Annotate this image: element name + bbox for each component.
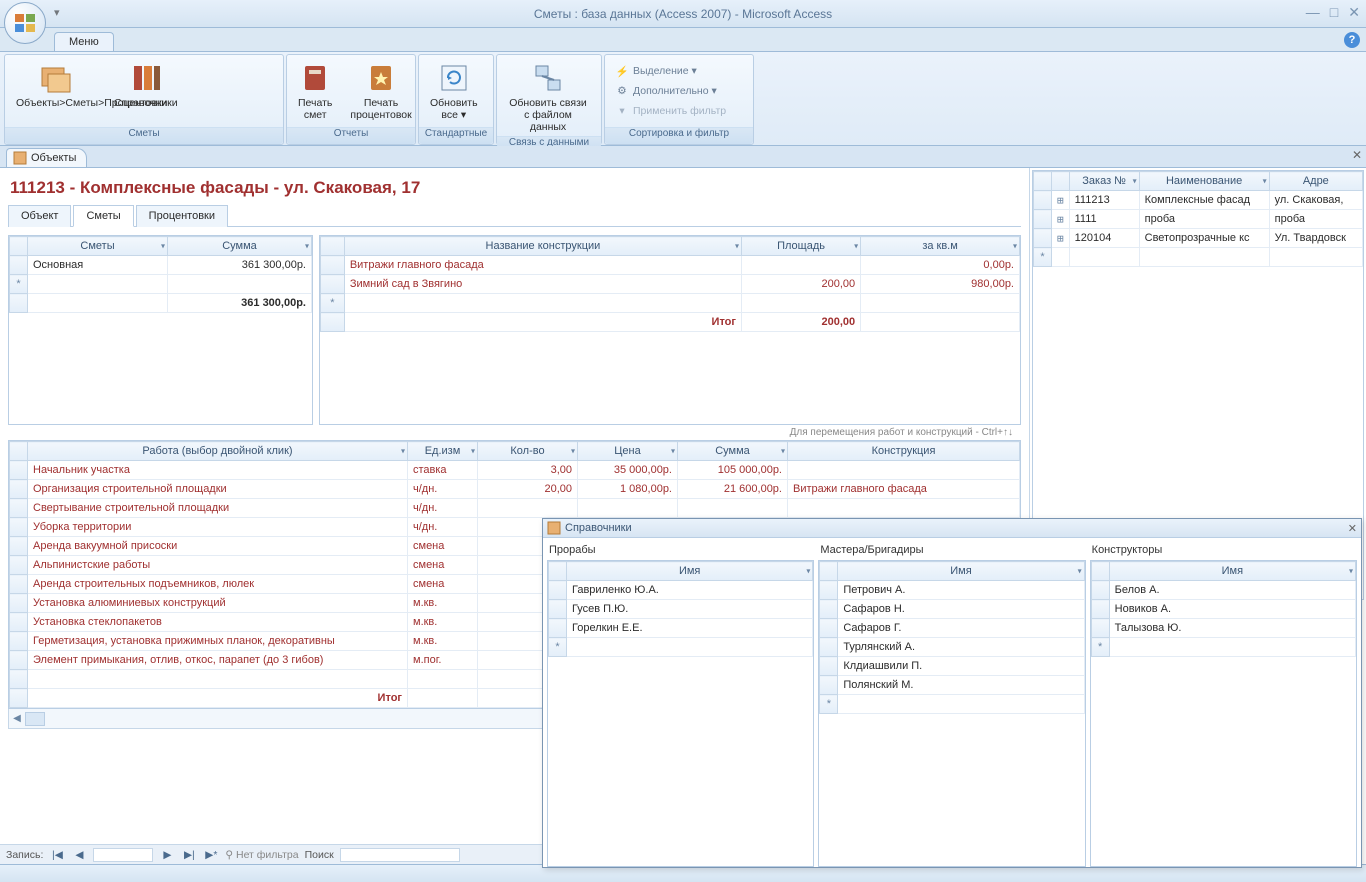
funnel-gear-icon: ⚙ bbox=[615, 84, 629, 98]
popup-col-title: Мастера/Бригадиры bbox=[818, 542, 1085, 560]
ribbon-applyfilter-btn[interactable]: ▾Применить фильтр bbox=[611, 101, 730, 121]
nav-position-input[interactable] bbox=[93, 848, 153, 862]
ribbon-button-sprav[interactable]: Справочники bbox=[109, 59, 183, 112]
ribbon-selection-btn[interactable]: ⚡Выделение ▾ bbox=[611, 61, 701, 81]
table-row[interactable]: Полянский М. bbox=[820, 676, 1084, 695]
table-row[interactable]: Начальник участкаставка3,0035 000,00р.10… bbox=[10, 461, 1020, 480]
books-icon bbox=[130, 62, 162, 94]
ribbon-button-print-proc[interactable]: Печать процентовок bbox=[345, 59, 416, 124]
qat-dropdown-icon[interactable]: ▾ bbox=[54, 6, 70, 22]
subtab-object[interactable]: Объект bbox=[8, 205, 71, 227]
table-row[interactable]: Витражи главного фасада 0,00р. bbox=[321, 256, 1020, 275]
doc-tab-objects[interactable]: Объекты bbox=[6, 148, 87, 167]
smeta-grid[interactable]: Сметы▾ Сумма▾ Основная 361 300,00р. * 36… bbox=[8, 235, 313, 425]
ribbon-button-update-links[interactable]: Обновить связи с файлом данных bbox=[503, 59, 593, 136]
ribbon-button-print-smet[interactable]: Печать смет bbox=[293, 59, 337, 124]
form-icon bbox=[13, 151, 27, 165]
nav-first[interactable]: |◀ bbox=[49, 848, 65, 862]
ribbon-group-label: Сортировка и фильтр bbox=[605, 127, 753, 144]
ribbon-group-label: Стандартные bbox=[419, 127, 493, 144]
nav-last[interactable]: ▶| bbox=[181, 848, 197, 862]
table-row[interactable]: Белов А. bbox=[1091, 581, 1355, 600]
popup-list[interactable]: Имя▾Гавриленко Ю.А.Гусев П.Ю.Горелкин Е.… bbox=[547, 560, 814, 867]
table-row[interactable]: Гусев П.Ю. bbox=[549, 600, 813, 619]
table-row[interactable]: ⊞111213Комплексные фасадул. Скаковая, bbox=[1034, 191, 1363, 210]
new-row[interactable]: * bbox=[820, 695, 1084, 714]
table-row[interactable]: Зимний сад в Звягино 200,00 980,00р. bbox=[321, 275, 1020, 294]
minimize-button[interactable]: — bbox=[1306, 4, 1320, 21]
table-row[interactable]: ⊞1111пробапроба bbox=[1034, 210, 1363, 229]
table-row[interactable]: ⊞120104Светопрозрачные ксУл. Твардовск bbox=[1034, 229, 1363, 248]
table-row[interactable]: Сафаров Г. bbox=[820, 619, 1084, 638]
sprav-popup: Справочники ✕ ПрорабыИмя▾Гавриленко Ю.А.… bbox=[542, 518, 1362, 868]
scroll-left-icon[interactable]: ◀ bbox=[9, 713, 25, 724]
subtab-procentovki[interactable]: Процентовки bbox=[136, 205, 228, 227]
total-row: 361 300,00р. bbox=[10, 294, 312, 313]
popup-close-button[interactable]: ✕ bbox=[1348, 522, 1357, 535]
table-row[interactable]: Сафаров Н. bbox=[820, 600, 1084, 619]
funnel-lightning-icon: ⚡ bbox=[615, 64, 629, 78]
table-row[interactable]: Горелкин Е.Е. bbox=[549, 619, 813, 638]
table-icon bbox=[40, 62, 72, 94]
refresh-icon bbox=[438, 62, 470, 94]
ribbon-button-objects[interactable]: Объекты>Сметы>Процентовки bbox=[11, 59, 101, 112]
nav-search-input[interactable] bbox=[340, 848, 460, 862]
table-row[interactable]: Петрович А. bbox=[820, 581, 1084, 600]
form-icon bbox=[547, 521, 561, 535]
office-logo-icon bbox=[13, 11, 37, 35]
funnel-icon: ▾ bbox=[615, 104, 629, 118]
close-button[interactable]: ✕ bbox=[1348, 4, 1360, 21]
popup-col-title: Прорабы bbox=[547, 542, 814, 560]
book-star-icon bbox=[365, 62, 397, 94]
doc-tab-close[interactable]: ✕ bbox=[1352, 148, 1362, 162]
ribbon-group-label: Сметы bbox=[5, 127, 283, 144]
nav-nofilter[interactable]: ⚲ Нет фильтра bbox=[225, 849, 298, 861]
link-icon bbox=[532, 62, 564, 94]
table-row[interactable]: Талызова Ю. bbox=[1091, 619, 1355, 638]
table-row[interactable]: Основная 361 300,00р. bbox=[10, 256, 312, 275]
page-title: 111213 - Комплексные фасады - ул. Скаков… bbox=[0, 168, 1029, 204]
subtab-smety[interactable]: Сметы bbox=[73, 205, 133, 227]
table-row[interactable]: Организация строительной площадкич/дн.20… bbox=[10, 480, 1020, 499]
ribbon-extra-btn[interactable]: ⚙Дополнительно ▾ bbox=[611, 81, 721, 101]
table-row[interactable]: Свертывание строительной площадкич/дн. bbox=[10, 499, 1020, 518]
total-row: Итог 200,00 bbox=[321, 313, 1020, 332]
popup-list[interactable]: Имя▾Петрович А.Сафаров Н.Сафаров Г.Турля… bbox=[818, 560, 1085, 867]
popup-list[interactable]: Имя▾Белов А.Новиков А.Талызова Ю.* bbox=[1090, 560, 1357, 867]
table-row[interactable]: Турлянский А. bbox=[820, 638, 1084, 657]
popup-title: Справочники bbox=[565, 522, 632, 534]
maximize-button[interactable]: □ bbox=[1330, 4, 1338, 21]
popup-col-title: Конструкторы bbox=[1090, 542, 1357, 560]
ribbon-group-label: Отчеты bbox=[287, 127, 415, 144]
nav-new[interactable]: ▶* bbox=[203, 848, 219, 862]
new-row[interactable]: * bbox=[1091, 638, 1355, 657]
new-row[interactable]: * bbox=[10, 275, 312, 294]
constructions-grid[interactable]: Название конструкции▾ Площадь▾ за кв.м▾ … bbox=[319, 235, 1021, 425]
keyboard-hint: Для перемещения работ и конструкций - Ct… bbox=[0, 425, 1029, 440]
window-title: Сметы : база данных (Access 2007) - Micr… bbox=[534, 7, 832, 21]
ribbon-button-refresh-all[interactable]: Обновить все ▾ bbox=[425, 59, 483, 124]
table-row[interactable]: Новиков А. bbox=[1091, 600, 1355, 619]
nav-prev[interactable]: ◀ bbox=[71, 848, 87, 862]
new-row[interactable]: * bbox=[549, 638, 813, 657]
ribbon: Объекты>Сметы>Процентовки Справочники См… bbox=[0, 52, 1366, 146]
book-red-icon bbox=[299, 62, 331, 94]
nav-next[interactable]: ▶ bbox=[159, 848, 175, 862]
nav-search-label: Поиск bbox=[305, 849, 334, 861]
table-row[interactable]: Клдиашвили П. bbox=[820, 657, 1084, 676]
table-row[interactable]: Гавриленко Ю.А. bbox=[549, 581, 813, 600]
office-button[interactable] bbox=[4, 2, 46, 44]
ribbon-tab-menu[interactable]: Меню bbox=[54, 32, 114, 51]
new-row[interactable]: * bbox=[321, 294, 1020, 313]
quick-access-toolbar: ▾ bbox=[54, 6, 70, 22]
scroll-thumb[interactable] bbox=[25, 712, 45, 726]
help-button[interactable]: ? bbox=[1344, 32, 1360, 48]
